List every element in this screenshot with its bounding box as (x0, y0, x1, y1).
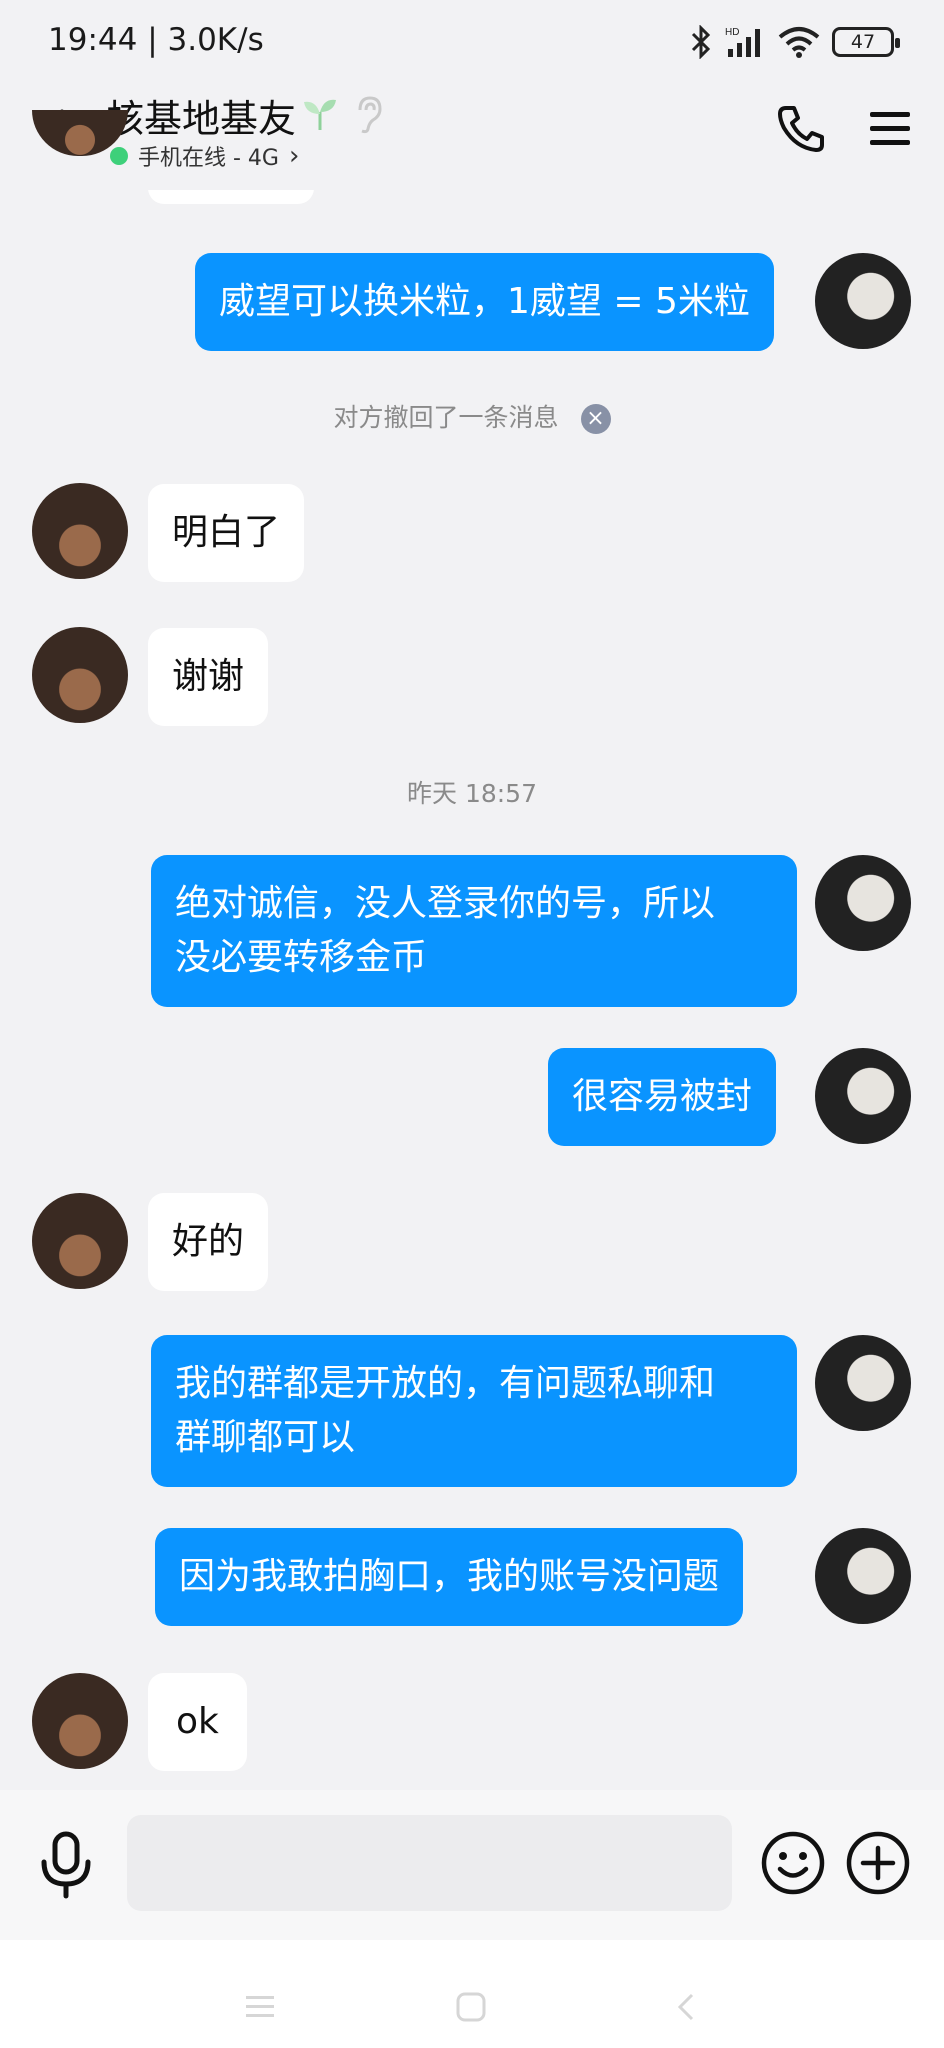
online-status-text: 手机在线 - 4G (138, 146, 279, 171)
message-bubble-incoming[interactable]: 好的 (148, 1193, 269, 1291)
message-bubble-incoming[interactable]: ok (148, 1673, 247, 1771)
smiley-icon (761, 1831, 825, 1895)
recall-notice: 对方撤回了一条消息 × (0, 398, 944, 434)
more-button[interactable] (845, 1830, 911, 1896)
user-avatar[interactable] (815, 1528, 911, 1624)
sprout-icon (304, 99, 336, 130)
wifi-icon (778, 27, 820, 58)
status-icons: HD 47 (690, 22, 900, 62)
contact-avatar[interactable] (32, 1193, 128, 1289)
signal-icon: HD (725, 27, 760, 57)
user-avatar[interactable] (815, 1048, 911, 1144)
bluetooth-icon (691, 25, 711, 59)
svg-text:HD: HD (725, 27, 739, 38)
contact-name[interactable]: 核基地基友 (106, 88, 296, 143)
plus-circle-icon (846, 1831, 910, 1895)
hamburger-menu-icon (246, 1996, 274, 2017)
home-button[interactable] (452, 1992, 492, 2022)
online-status[interactable]: 手机在线 - 4G › (110, 140, 299, 172)
chevron-left-icon (677, 1993, 694, 2021)
contact-badges (300, 94, 386, 134)
voice-button[interactable] (34, 1830, 98, 1902)
emoji-button[interactable] (760, 1830, 826, 1896)
contact-avatar[interactable] (32, 1673, 128, 1769)
user-avatar[interactable] (815, 855, 911, 951)
chat-screen: { "status_bar": { "time": "19:44 | 3.0K/… (0, 0, 944, 2048)
ear-icon (358, 96, 382, 134)
status-time: 19:44 | 3.0K/s (48, 22, 264, 58)
message-bubble-outgoing[interactable]: 因为我敢拍胸口，我的账号没问题 (155, 1528, 744, 1626)
system-nav-bar (0, 1940, 944, 2048)
timestamp: 昨天 18:57 (407, 779, 537, 808)
back-nav-button[interactable] (668, 1992, 708, 2022)
status-bar: 19:44 | 3.0K/s HD 47 (0, 0, 944, 80)
online-dot (110, 147, 128, 165)
battery-indicator: 47 (832, 27, 900, 57)
recall-notice-text: 对方撤回了一条消息 (333, 403, 559, 432)
square-icon (456, 1992, 486, 2022)
chat-header: 核基地基友 手机在线 - 4G › (0, 80, 944, 190)
user-avatar[interactable] (815, 253, 911, 349)
chevron-right-icon: › (288, 141, 300, 171)
menu-button[interactable] (866, 104, 914, 152)
microphone-icon (41, 1831, 91, 1899)
message-bubble-outgoing[interactable]: 绝对诚信，没人登录你的号，所以 没必要转移金币 (151, 855, 797, 1007)
recent-apps-button[interactable] (240, 1992, 280, 2022)
contact-avatar[interactable] (32, 627, 128, 723)
message-bubble-outgoing[interactable]: 我的群都是开放的，有问题私聊和 群聊都可以 (151, 1335, 797, 1487)
message-bubble-outgoing[interactable]: 威望可以换米粒，1威望 = 5米粒 (195, 253, 774, 351)
message-bubble-incoming[interactable]: 谢谢 (148, 628, 269, 726)
message-bubble-outgoing[interactable]: 很容易被封 (548, 1048, 777, 1146)
input-bar (0, 1790, 944, 1940)
call-button[interactable] (776, 102, 828, 154)
hamburger-menu-icon (870, 112, 910, 145)
user-avatar[interactable] (815, 1335, 911, 1431)
phone-icon (778, 106, 824, 152)
contact-avatar[interactable] (32, 483, 128, 579)
close-circle-icon[interactable]: × (580, 404, 611, 434)
message-input[interactable] (127, 1815, 732, 1911)
message-bubble-incoming[interactable]: 明白了 (148, 484, 305, 582)
